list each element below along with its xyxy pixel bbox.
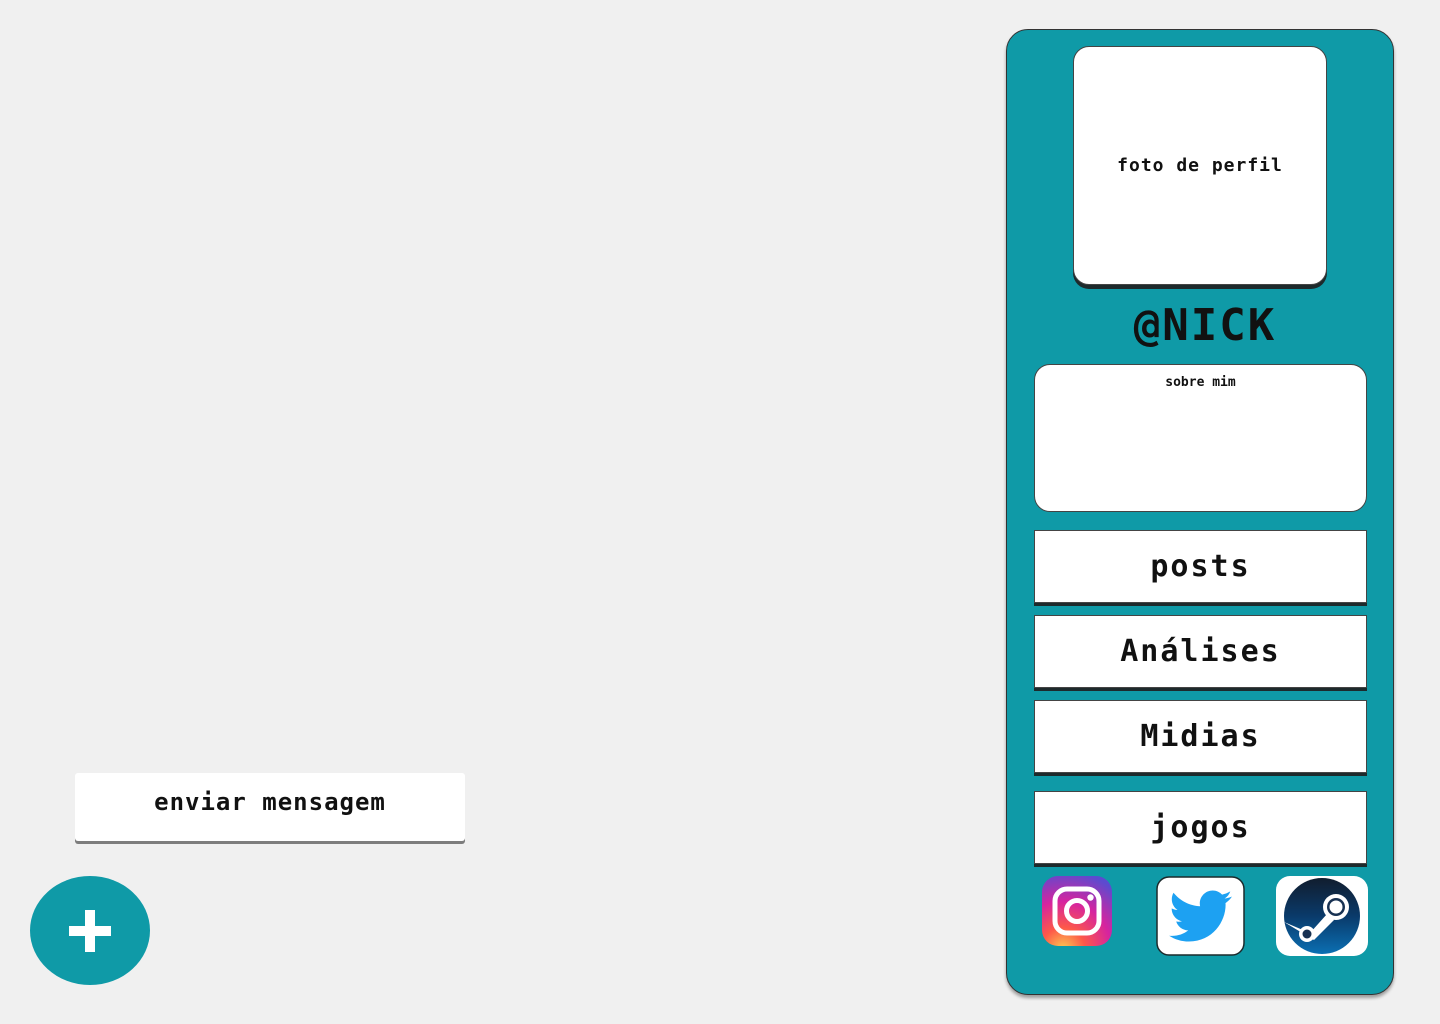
nav-reviews-button[interactable]: Análises bbox=[1034, 615, 1367, 688]
add-button[interactable] bbox=[30, 876, 150, 985]
instagram-icon bbox=[1042, 876, 1112, 946]
instagram-link[interactable] bbox=[1042, 876, 1112, 946]
nav-posts-label: posts bbox=[1150, 549, 1251, 584]
steam-icon bbox=[1276, 876, 1368, 956]
nav-games-label: jogos bbox=[1150, 810, 1251, 845]
nav-games-button[interactable]: jogos bbox=[1034, 791, 1367, 864]
plus-icon bbox=[69, 909, 111, 952]
about-me-box: sobre mim bbox=[1034, 364, 1367, 512]
profile-panel: foto de perfil @NICK sobre mim posts Aná… bbox=[1006, 29, 1394, 995]
nav-posts-button[interactable]: posts bbox=[1034, 530, 1367, 603]
send-message-label: enviar mensagem bbox=[154, 788, 386, 816]
twitter-icon bbox=[1156, 876, 1245, 956]
profile-nick: @NICK bbox=[1133, 300, 1277, 351]
steam-link[interactable] bbox=[1276, 876, 1368, 956]
profile-photo[interactable]: foto de perfil bbox=[1073, 46, 1327, 285]
twitter-link[interactable] bbox=[1156, 876, 1245, 956]
page: enviar mensagem foto de perfil @NICK sob… bbox=[0, 0, 1440, 1024]
profile-photo-placeholder: foto de perfil bbox=[1117, 155, 1283, 176]
send-message-button[interactable]: enviar mensagem bbox=[75, 773, 465, 841]
nav-media-button[interactable]: Midias bbox=[1034, 700, 1367, 773]
nav-media-label: Midias bbox=[1140, 719, 1261, 754]
about-me-label: sobre mim bbox=[1165, 375, 1236, 390]
nav-reviews-label: Análises bbox=[1120, 634, 1281, 669]
